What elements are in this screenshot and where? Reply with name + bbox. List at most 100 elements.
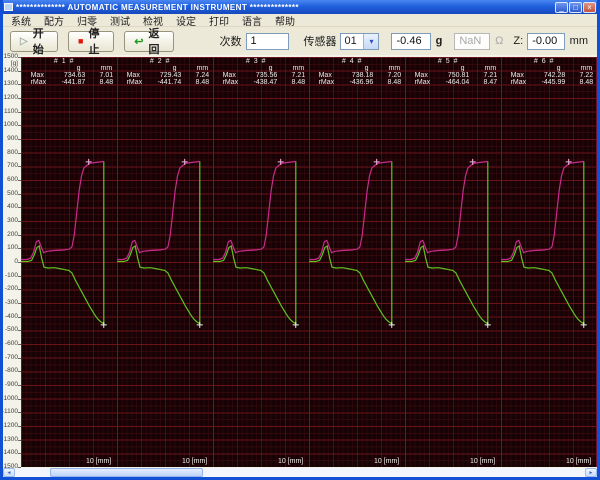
col-header-mm: mm	[292, 65, 305, 72]
y-tick-label: -1100	[1, 408, 18, 416]
max-mm-value: 7.22	[579, 72, 594, 79]
panel-index: # 4 #	[341, 58, 363, 65]
chevron-down-icon[interactable]: ▾	[363, 33, 379, 49]
y-tick-label: 900	[7, 135, 18, 142]
y-tick-label: 100	[7, 244, 18, 252]
restore-button[interactable]: □	[569, 1, 582, 13]
start-button-label: 开始	[32, 28, 44, 56]
x-axis-label: 10 [mm]	[85, 458, 112, 465]
minimize-button[interactable]: _	[555, 1, 568, 13]
rmax-mm-value: 8.48	[387, 79, 402, 86]
panel-index: # 5 #	[437, 58, 459, 65]
sensor-select[interactable]: 01 ▾	[340, 32, 380, 50]
x-axis-label: 10 [mm]	[373, 458, 400, 465]
col-header-mm: mm	[580, 65, 593, 72]
measurement-panel-1: # 1 # g mm Max 734.63 7.01 rMax -441.87 …	[21, 57, 117, 467]
y-tick-label: 1300	[3, 80, 18, 88]
scroll-right-icon[interactable]: ►	[585, 468, 597, 477]
return-button-label: 返回	[148, 28, 160, 56]
y-tick-label: 300	[7, 217, 18, 224]
menu-system[interactable]: 系统	[11, 13, 31, 28]
measurement-panel-6: # 6 # g mm Max 742.28 7.22 rMax -445.99 …	[501, 57, 597, 467]
y-tick-label: -600	[4, 340, 18, 347]
stop-button[interactable]: ■ 停止	[68, 28, 115, 56]
y-tick-label: -200	[4, 285, 18, 293]
max-mm-value: 7.01	[99, 72, 114, 79]
sensor-value: 01	[344, 35, 357, 47]
menu-test[interactable]: 测试	[110, 13, 130, 28]
return-arrow-icon: ↩	[134, 35, 144, 48]
z-label: Z:	[513, 35, 524, 47]
scroll-left-icon[interactable]: ◄	[3, 468, 15, 477]
play-icon: ▷	[20, 35, 28, 47]
panel-index: # 3 #	[245, 58, 267, 65]
rmax-mm-value: 8.48	[291, 79, 306, 86]
z-unit-label: mm	[569, 35, 588, 47]
panel-index: # 1 #	[53, 58, 75, 65]
y-tick-label: 1200	[3, 94, 18, 101]
x-axis-label: 10 [mm]	[181, 458, 208, 465]
measurement-panel-4: # 4 # g mm Max 738.18 7.20 rMax -436.96 …	[309, 57, 405, 467]
menu-settings[interactable]: 设定	[176, 13, 196, 28]
rmax-mm-value: 8.47	[483, 79, 498, 86]
max-mm-value: 7.24	[195, 72, 210, 79]
y-axis-unit-label: [g]	[10, 59, 18, 67]
y-tick-label: 400	[7, 203, 18, 211]
x-axis-label: 10 [mm]	[565, 458, 592, 465]
rmax-mm-value: 8.48	[99, 79, 114, 86]
y-axis: 1500 1400 1300 1200 1100 1000 900 800 700 600 500 4…	[1, 53, 21, 470]
y-tick-label: 1000	[3, 121, 18, 129]
force-readout: -0.46	[391, 32, 431, 50]
measurement-panel-5: # 5 # g mm Max 750.81 7.21 rMax -464.04 …	[405, 57, 501, 467]
stop-icon: ■	[78, 36, 84, 46]
col-header-mm: mm	[196, 65, 209, 72]
col-header-mm: mm	[484, 65, 497, 72]
resistance-readout: NaN	[454, 32, 491, 50]
col-header-mm: mm	[100, 65, 113, 72]
menu-print[interactable]: 打印	[209, 13, 229, 28]
stop-button-label: 停止	[88, 28, 100, 56]
y-tick-label: -1400	[1, 449, 18, 457]
y-tick-label: 600	[7, 176, 18, 183]
y-tick-label: -900	[4, 381, 18, 388]
y-tick-label: -500	[4, 326, 18, 334]
measurement-panel-2: # 2 # g mm Max 729.43 7.24 rMax -441.74 …	[117, 57, 213, 467]
return-button[interactable]: ↩ 返回	[124, 28, 174, 56]
max-mm-value: 7.21	[483, 72, 498, 79]
y-tick-label: -700	[4, 353, 18, 361]
y-tick-label: 500	[7, 189, 18, 197]
measurement-panel-3: # 3 # g mm Max 735.56 7.21 rMax -438.47 …	[213, 57, 309, 467]
y-tick-label: -1200	[1, 422, 18, 429]
y-tick-label: 1400	[3, 66, 18, 74]
ohm-unit-label: Ω	[495, 35, 504, 47]
menu-help[interactable]: 帮助	[275, 13, 295, 28]
rmax-mm-value: 8.48	[579, 79, 594, 86]
max-mm-value: 7.20	[387, 72, 402, 79]
col-header-mm: mm	[388, 65, 401, 72]
rmax-mm-value: 8.48	[195, 79, 210, 86]
toolbar: ▷ 开始 ■ 停止 ↩ 返回 次数 1 传感器 01 ▾ -0.46 g NaN…	[3, 27, 597, 56]
force-unit-label: g	[435, 35, 443, 47]
panel-index: # 2 #	[149, 58, 171, 65]
y-tick-label: 1100	[4, 107, 18, 115]
max-mm-value: 7.21	[291, 72, 306, 79]
plot-area: # 1 # g mm Max 734.63 7.01 rMax -441.87 …	[21, 57, 597, 467]
y-tick-label: -300	[4, 299, 18, 306]
x-axis-label: 10 [mm]	[277, 458, 304, 465]
app-window: ************** AUTOMATIC MEASUREMENT INS…	[0, 0, 600, 480]
count-input[interactable]: 1	[245, 32, 290, 50]
menu-language[interactable]: 语言	[242, 13, 262, 28]
y-tick-label: 200	[7, 230, 18, 238]
start-button[interactable]: ▷ 开始	[10, 28, 59, 56]
y-tick-label: -1000	[1, 394, 18, 402]
app-icon	[4, 3, 13, 11]
x-axis-label: 10 [mm]	[469, 458, 496, 465]
sensor-label: 传感器	[303, 36, 337, 48]
y-tick-label: -400	[4, 312, 18, 320]
y-tick-label: -100	[4, 271, 18, 279]
horizontal-scrollbar[interactable]: ◄ ►	[3, 468, 597, 477]
y-tick-label: 700	[7, 162, 18, 170]
close-button[interactable]: ×	[583, 1, 596, 13]
y-tick-label: -800	[4, 367, 18, 375]
scrollbar-thumb[interactable]	[50, 468, 203, 477]
